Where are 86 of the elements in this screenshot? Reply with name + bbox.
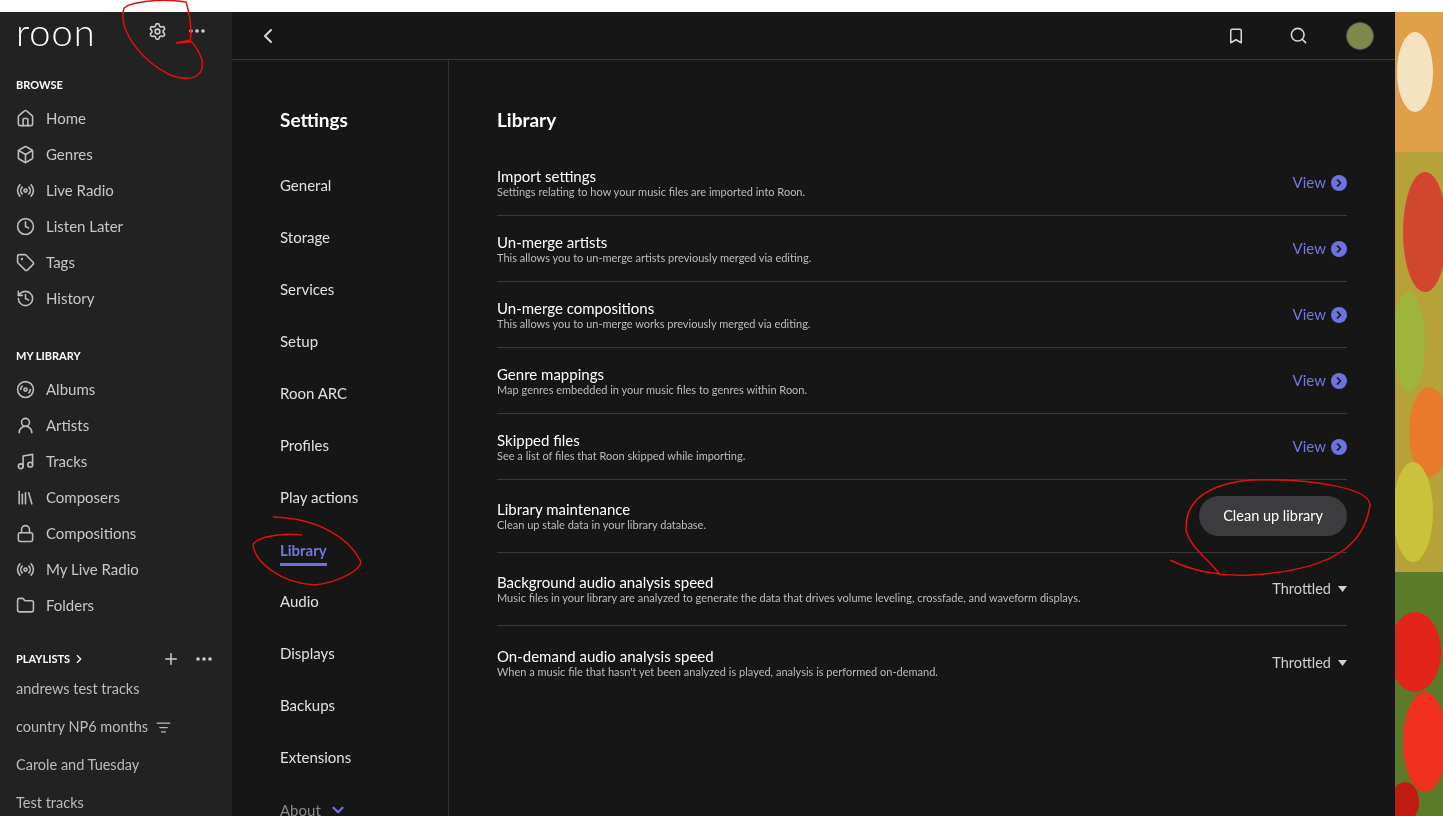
playlist-item[interactable]: country NP6 months bbox=[16, 716, 148, 738]
view-link[interactable]: View bbox=[1292, 171, 1347, 194]
about-tab[interactable]: About bbox=[280, 798, 347, 816]
books-icon bbox=[16, 487, 35, 507]
clean-up-button[interactable]: Clean up library bbox=[1199, 496, 1347, 536]
settings-tab[interactable]: Extensions bbox=[280, 745, 352, 771]
playlist-item[interactable]: Test tracks bbox=[16, 792, 84, 814]
speed-dropdown[interactable]: Throttled bbox=[1272, 651, 1347, 674]
caret-icon bbox=[1338, 659, 1347, 666]
setting-description: This allows you to un-merge artists previously merged via editing. bbox=[497, 250, 812, 265]
playlist-item[interactable]: Carole and Tuesday bbox=[16, 754, 140, 776]
bookmark-icon bbox=[1227, 26, 1245, 45]
settings-tab[interactable]: Backups bbox=[280, 693, 336, 719]
avatar-button[interactable] bbox=[1346, 21, 1374, 50]
settings-tab[interactable]: Services bbox=[280, 277, 335, 303]
settings-tab[interactable]: Play actions bbox=[280, 485, 359, 511]
sidebar-item[interactable]: Listen Later bbox=[0, 208, 232, 244]
view-link[interactable]: View bbox=[1292, 435, 1347, 458]
sidebar-item[interactable]: Artists bbox=[0, 407, 232, 443]
playlist-item[interactable]: andrews test tracks bbox=[16, 678, 140, 700]
setting-description: This allows you to un-merge works previously merged via editing. bbox=[497, 316, 811, 331]
settings-tab[interactable]: Profiles bbox=[280, 433, 329, 459]
view-link[interactable]: View bbox=[1292, 237, 1347, 260]
sidebar-item[interactable]: Genres bbox=[0, 136, 232, 172]
sidebar-item[interactable]: History bbox=[0, 280, 232, 316]
sidebar-item[interactable]: Compositions bbox=[0, 515, 232, 551]
setting-title: Genre mappings bbox=[497, 364, 605, 383]
settings-tab[interactable]: Setup bbox=[280, 329, 319, 355]
setting-title: Library maintenance bbox=[497, 500, 632, 518]
setting-title: Un-merge artists bbox=[497, 232, 609, 251]
sidebar-item[interactable]: Composers bbox=[0, 479, 232, 515]
setting-description: When a music file that hasn't yet been analyzed is played, analysis is performed on-demand. bbox=[497, 664, 938, 679]
plus-icon bbox=[162, 650, 180, 668]
page-title: Library bbox=[497, 108, 558, 132]
view-link[interactable]: View bbox=[1292, 369, 1347, 392]
filter-list-icon bbox=[156, 719, 171, 735]
setting-description: Clean up stale data in your library database. bbox=[497, 518, 707, 532]
setting-title: On-demand audio analysis speed bbox=[497, 646, 715, 665]
person-icon bbox=[16, 415, 35, 435]
app-logo: roon bbox=[16, 12, 97, 50]
settings-tab[interactable]: Roon ARC bbox=[280, 381, 348, 407]
settings-tab[interactable]: Audio bbox=[280, 589, 319, 615]
clock-icon bbox=[16, 216, 35, 236]
setting-description: See a list of files that Roon skipped while importing. bbox=[497, 448, 746, 463]
settings-title: Settings bbox=[280, 108, 349, 132]
sidebar-item[interactable]: Tracks bbox=[0, 443, 232, 479]
search-icon bbox=[1289, 26, 1308, 45]
settings-icon bbox=[148, 21, 167, 41]
setting-description: Settings relating to how your music files are imported into Roon. bbox=[497, 184, 806, 199]
tag-icon bbox=[16, 252, 35, 272]
view-link[interactable]: View bbox=[1292, 303, 1347, 326]
playlists-link[interactable]: PLAYLISTS bbox=[16, 650, 87, 668]
music-note-icon bbox=[16, 451, 35, 471]
lock-icon bbox=[16, 523, 35, 543]
more-button[interactable] bbox=[196, 657, 212, 661]
history-icon bbox=[16, 288, 35, 308]
sidebar-item[interactable]: Tags bbox=[0, 244, 232, 280]
settings-tab[interactable]: Library bbox=[280, 538, 327, 567]
setting-description: Music files in your library are analyzed to generate the data that drives volume leveling, crossfade, and waveform displays. bbox=[497, 591, 1081, 605]
more-icon bbox=[196, 657, 212, 661]
settings-tab[interactable]: Displays bbox=[280, 641, 335, 667]
sidebar-item[interactable]: Home bbox=[0, 100, 232, 136]
disc-icon bbox=[16, 379, 35, 399]
setting-title: Background audio analysis speed bbox=[497, 573, 715, 591]
sidebar-item[interactable]: Live Radio bbox=[0, 172, 232, 208]
speed-dropdown[interactable]: Throttled bbox=[1272, 578, 1347, 600]
house-icon bbox=[16, 108, 35, 128]
settings-tab[interactable]: General bbox=[280, 173, 332, 199]
add-button[interactable] bbox=[162, 650, 180, 668]
sidebar-item[interactable]: My Live Radio bbox=[0, 551, 232, 587]
section-heading: BROWSE bbox=[15, 76, 64, 93]
setting-title: Un-merge compositions bbox=[497, 298, 656, 317]
section-heading: MY LIBRARY bbox=[15, 347, 82, 364]
setting-title: Skipped files bbox=[497, 430, 581, 449]
sidebar-item[interactable]: Albums bbox=[0, 371, 232, 407]
caret-icon bbox=[1338, 586, 1347, 592]
settings-tab[interactable]: Storage bbox=[280, 225, 331, 251]
more-button[interactable] bbox=[189, 29, 205, 33]
more-icon bbox=[189, 29, 205, 33]
settings-button[interactable] bbox=[148, 21, 167, 41]
search-button[interactable] bbox=[1289, 26, 1308, 45]
setting-description: Map genres embedded in your music files to genres within Roon. bbox=[497, 382, 808, 397]
folder-icon bbox=[16, 595, 35, 615]
bookmark-button[interactable] bbox=[1227, 26, 1245, 45]
setting-title: Import settings bbox=[497, 166, 597, 185]
sidebar-item[interactable]: Folders bbox=[0, 587, 232, 623]
